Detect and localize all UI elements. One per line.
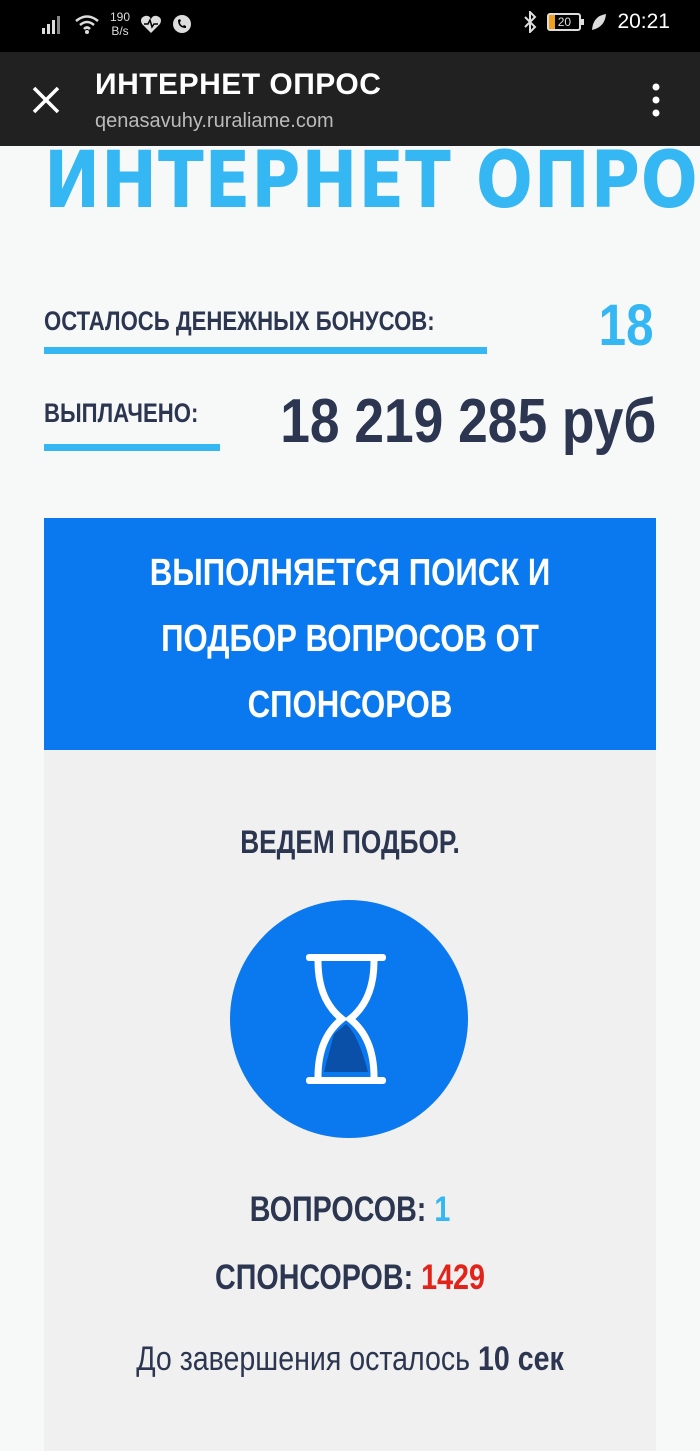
heart-icon [141,15,162,34]
questions-count: 1 [434,1190,451,1229]
sponsors-stat: СПОНСОРОВ: 1429 [215,1258,485,1297]
bonuses-value: 18 [599,293,654,358]
signal-icon [42,16,60,34]
page-title: ИНТЕРНЕТ ОПРОС [44,146,700,226]
toolbar-url[interactable]: qenasavuhy.ruraliame.com [95,110,334,133]
phone-icon [173,15,192,33]
page-content: ИНТЕРНЕТ ОПРОС ОСТАЛОСЬ ДЕНЕЖНЫХ БОНУСОВ… [0,146,700,1451]
paid-label: ВЫПЛАЧЕНО: [44,398,199,428]
hourglass-badge [230,900,468,1138]
browser-toolbar: ИНТЕРНЕТ ОПРОС qenasavuhy.ruraliame.com [0,52,700,146]
bonuses-underline [44,347,487,354]
clock: 20:21 [617,10,670,33]
network-speed: 190 B/s [110,10,131,38]
bluetooth-icon [524,11,537,33]
time-remaining: До завершения осталось 10 сек [136,1340,564,1378]
status-bar: 190 B/s 20 20:21 [0,0,700,52]
more-vert-icon[interactable] [652,82,660,118]
status-right: 20 20:21 [523,10,670,34]
wifi-icon [75,15,99,34]
search-card: ВЫПОЛНЯЕТСЯ ПОИСК И ПОДБОР ВОПРОСОВ ОТ С… [44,518,656,1451]
status-left: 190 B/s [42,10,192,38]
toolbar-title: ИНТЕРНЕТ ОПРОС [95,68,382,101]
card-header-text: ВЫПОЛНЯЕТСЯ ПОИСК И ПОДБОР ВОПРОСОВ ОТ С… [149,552,551,726]
sponsors-count: 1429 [421,1258,485,1297]
close-icon[interactable] [28,82,64,118]
bonuses-label: ОСТАЛОСЬ ДЕНЕЖНЫХ БОНУСОВ: [44,306,435,336]
paid-value: 18 219 285 руб [279,387,656,456]
selecting-status: ВЕДЕМ ПОДБОР. [240,824,460,860]
hourglass-icon [306,954,386,1084]
battery-icon: 20 [547,13,585,31]
cut-off-warning-text [44,1438,656,1451]
card-header: ВЫПОЛНЯЕТСЯ ПОИСК И ПОДБОР ВОПРОСОВ ОТ С… [44,518,656,750]
paid-underline [44,444,220,451]
time-remaining-value: 10 сек [478,1340,564,1378]
leaf-icon [592,14,607,30]
questions-stat: ВОПРОСОВ: 1 [249,1190,451,1229]
